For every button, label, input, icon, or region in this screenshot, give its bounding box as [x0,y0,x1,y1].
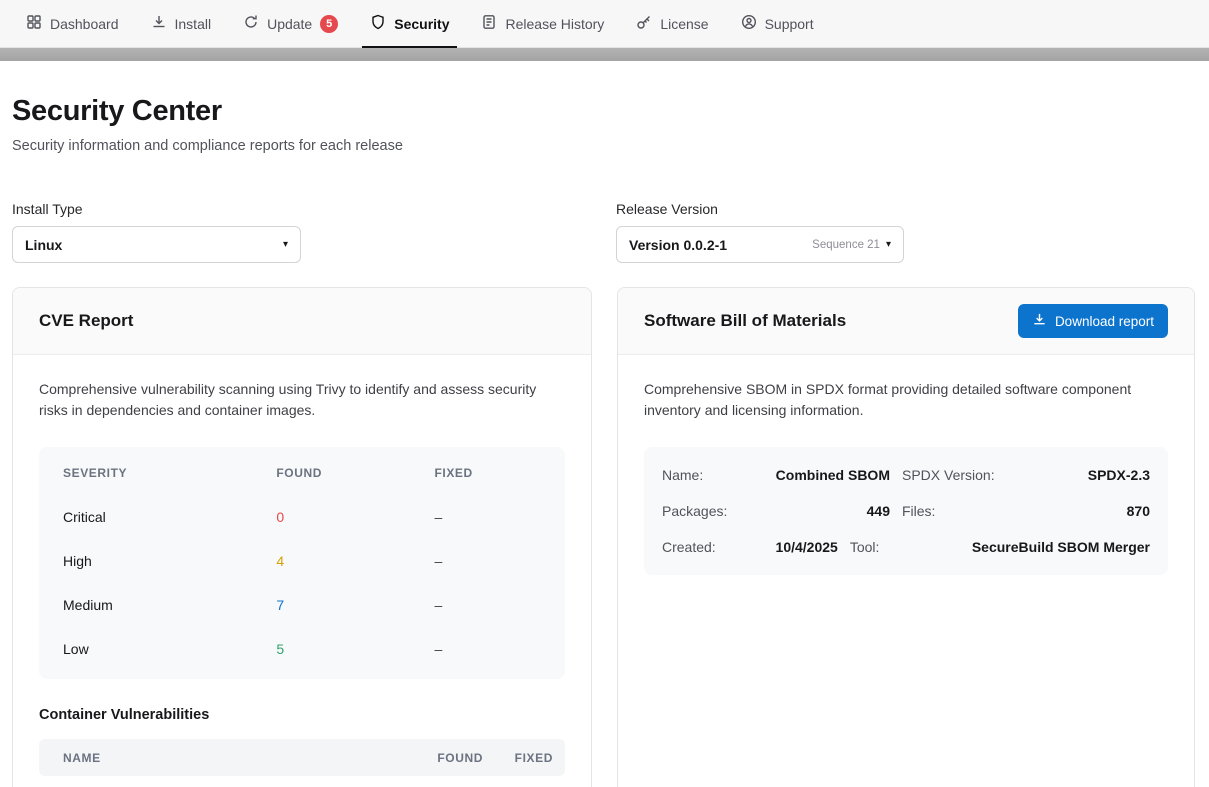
fixed-count: – [434,553,565,569]
info-label: Files: [902,503,1012,519]
download-button-label: Download report [1055,314,1154,329]
info-value: 449 [764,503,890,519]
refresh-icon [243,14,259,33]
tab-label: Release History [505,16,604,32]
table-row: Low 5 – [39,627,565,671]
cve-description: Comprehensive vulnerability scanning usi… [39,379,559,421]
sbom-info-row: Created: 10/4/2025 Tool: SecureBuild SBO… [662,529,1150,565]
sbom-card-body: Comprehensive SBOM in SPDX format provid… [618,355,1194,599]
cve-card-title: CVE Report [39,311,133,331]
install-type-select[interactable]: Linux ▾ [12,226,301,263]
info-label: Created: [662,539,752,555]
sbom-card-title: Software Bill of Materials [644,311,846,331]
filters-row: Install Type Linux ▾ Release Version Ver… [12,201,1195,263]
col-severity: SEVERITY [63,466,276,480]
col-found: FOUND [276,466,434,480]
info-value: SPDX-2.3 [1024,467,1150,483]
sbom-card-header: Software Bill of Materials Download repo… [618,288,1194,355]
sbom-info-row: Name: Combined SBOM SPDX Version: SPDX-2… [662,457,1150,493]
tab-label: Support [765,16,814,32]
fixed-count: – [434,641,565,657]
found-count: 0 [276,509,434,525]
dashboard-icon [26,14,42,33]
download-icon [1032,312,1047,330]
fixed-count: – [434,597,565,613]
shield-icon [370,14,386,33]
gray-divider-bar [0,48,1209,61]
support-person-icon [741,14,757,33]
info-label: Name: [662,467,752,483]
col-name: NAME [63,751,393,765]
container-vulnerabilities-title: Container Vulnerabilities [39,707,565,723]
download-icon [151,14,167,33]
release-version-filter: Release Version Version 0.0.2-1 Sequence… [616,201,1195,263]
install-type-filter: Install Type Linux ▾ [12,201,591,263]
tab-update[interactable]: Update 5 [227,0,354,47]
release-version-label: Release Version [616,201,1195,217]
tab-support[interactable]: Support [725,0,830,47]
found-count: 7 [276,597,434,613]
col-fixed: FIXED [434,466,565,480]
page-subtitle: Security information and compliance repo… [12,138,1195,154]
tab-label: License [660,16,708,32]
tab-install[interactable]: Install [135,0,228,47]
main-content: Security Center Security information and… [0,61,1209,787]
install-type-label: Install Type [12,201,591,217]
tab-label: Security [394,16,449,32]
table-row: Medium 7 – [39,583,565,627]
tab-label: Update [267,16,312,32]
cve-card-body: Comprehensive vulnerability scanning usi… [13,355,591,787]
severity-label: Medium [63,597,276,613]
update-count-badge: 5 [320,15,338,33]
found-count: 4 [276,553,434,569]
fixed-count: – [434,509,565,525]
severity-label: Critical [63,509,276,525]
sbom-description: Comprehensive SBOM in SPDX format provid… [644,379,1164,421]
sbom-info-row: Packages: 449 Files: 870 [662,493,1150,529]
found-count: 5 [276,641,434,657]
tab-release-history[interactable]: Release History [465,0,620,47]
tab-security[interactable]: Security [354,0,465,47]
table-row: High 4 – [39,539,565,583]
release-version-value: Version 0.0.2-1 [629,237,727,253]
document-icon [481,14,497,33]
page-title: Security Center [12,95,1195,128]
info-label: Packages: [662,503,752,519]
tab-dashboard[interactable]: Dashboard [10,0,135,47]
severity-label: Low [63,641,276,657]
cve-severity-table: SEVERITY FOUND FIXED Critical 0 – High 4… [39,447,565,679]
chevron-down-icon: ▾ [283,239,288,250]
key-icon [636,14,652,33]
install-type-value: Linux [25,237,62,253]
tab-label: Dashboard [50,16,119,32]
sbom-info-grid: Name: Combined SBOM SPDX Version: SPDX-2… [644,447,1168,575]
col-fixed: FIXED [483,751,553,765]
cve-table-header: SEVERITY FOUND FIXED [39,451,565,495]
col-found: FOUND [393,751,483,765]
sequence-hint: Sequence 21 [812,239,880,251]
info-value: 10/4/2025 [764,539,838,555]
tab-label: Install [175,16,212,32]
info-label: Tool: [850,539,960,555]
release-version-select[interactable]: Version 0.0.2-1 Sequence 21 ▾ [616,226,904,263]
table-row: Critical 0 – [39,495,565,539]
cve-card-header: CVE Report [13,288,591,355]
top-navigation: Dashboard Install Update 5 Security Rele… [0,0,1209,48]
info-value: SecureBuild SBOM Merger [972,539,1150,555]
download-report-button[interactable]: Download report [1018,304,1168,338]
sbom-card: Software Bill of Materials Download repo… [617,287,1195,787]
cve-report-card: CVE Report Comprehensive vulnerability s… [12,287,592,787]
severity-label: High [63,553,276,569]
info-value: Combined SBOM [764,467,890,483]
container-vulnerabilities-header: NAME FOUND FIXED [39,739,565,776]
tab-license[interactable]: License [620,0,724,47]
info-value: 870 [1024,503,1150,519]
cards-row: CVE Report Comprehensive vulnerability s… [12,287,1195,787]
info-label: SPDX Version: [902,467,1012,483]
chevron-down-icon: ▾ [886,239,891,250]
